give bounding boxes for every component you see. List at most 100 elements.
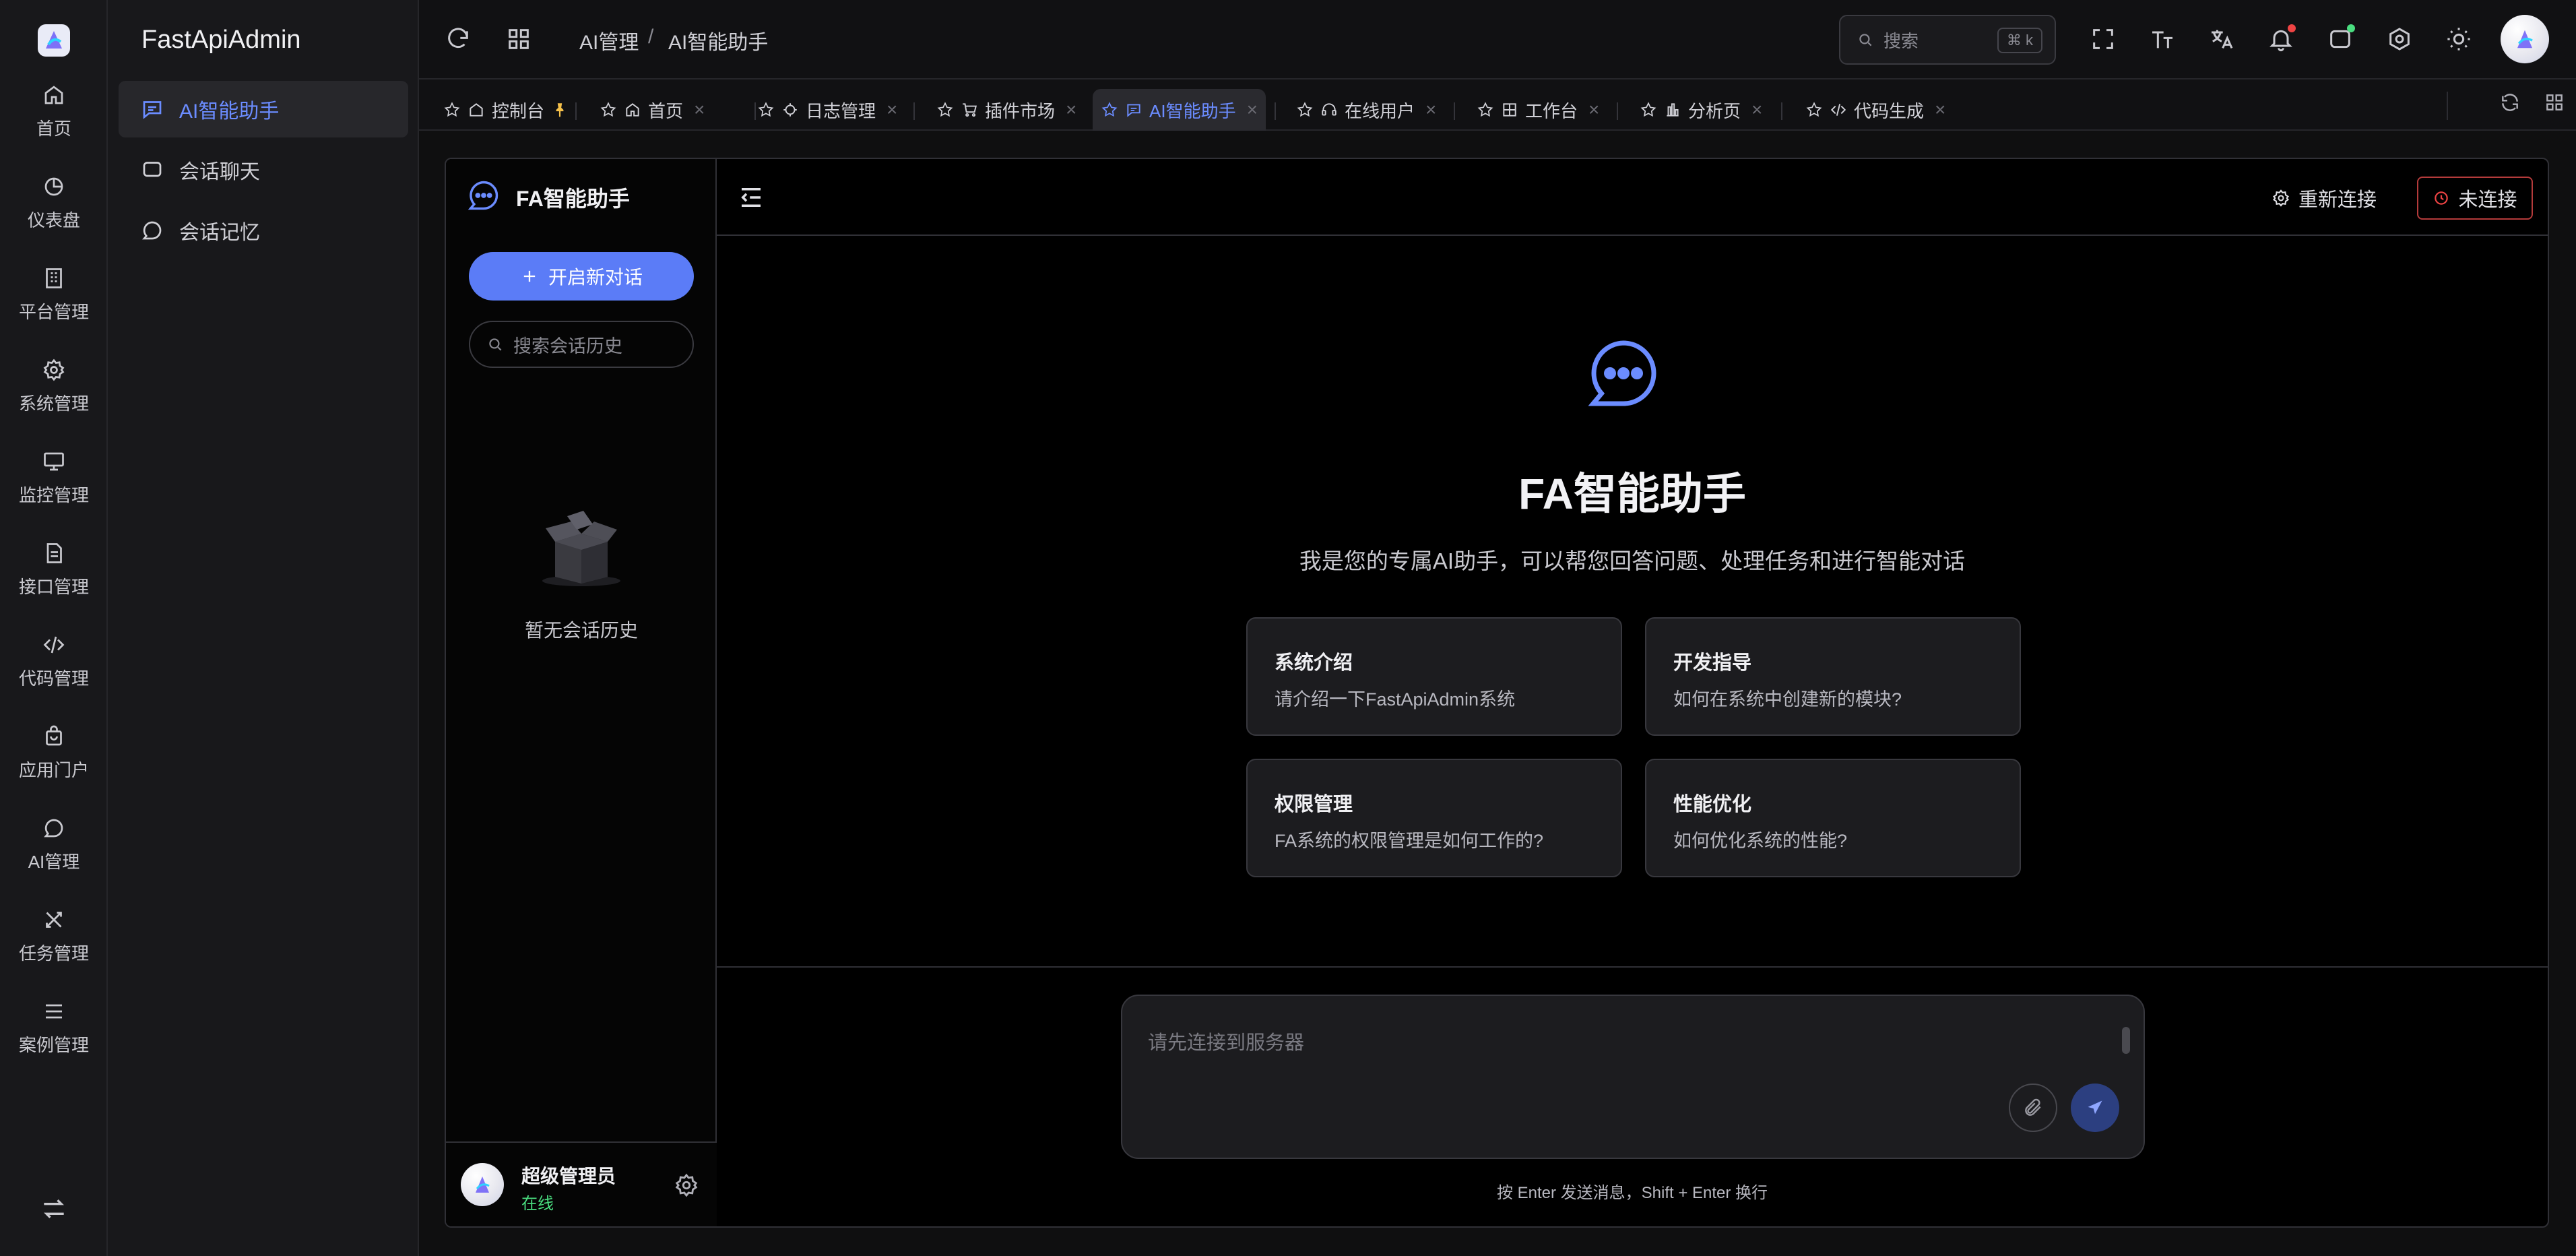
session-search-input[interactable]: 搜索会话历史	[469, 321, 694, 368]
left-rail: 首页 仪表盘 平台管理 系统管理 监控管理 接口管理 代码管理 应用门户 AI管…	[0, 0, 108, 1256]
input-scrollbar[interactable]	[2122, 1027, 2130, 1054]
switch-layout-icon[interactable]	[39, 1194, 69, 1224]
rail-item-system[interactable]: 系统管理	[0, 349, 108, 423]
close-icon[interactable]: ×	[1751, 99, 1762, 121]
shopping-bag-icon	[42, 724, 66, 749]
chat-bubble-icon	[42, 816, 66, 840]
paperclip-icon	[2022, 1097, 2044, 1119]
suggestion-card[interactable]: 权限管理 FA系统的权限管理是如何工作的?	[1246, 759, 1622, 877]
close-icon[interactable]: ×	[1935, 99, 1945, 121]
rail-item-label: 平台管理	[18, 301, 89, 322]
tab-label: 代码生成	[1854, 100, 1925, 121]
refresh-icon[interactable]	[445, 26, 472, 53]
top-header: AI管理 / AI智能助手 搜索 ⌘ k	[419, 0, 2576, 80]
star-icon	[1101, 101, 1118, 119]
tab-grid-icon[interactable]	[2544, 92, 2565, 113]
tab-label: 插件市场	[985, 100, 1056, 121]
send-button[interactable]	[2071, 1084, 2119, 1132]
rail-item-dashboard[interactable]: 仪表盘	[0, 166, 108, 240]
rail-item-label: 仪表盘	[27, 210, 80, 230]
rail-item-label: 接口管理	[18, 576, 89, 597]
breadcrumb-item[interactable]: AI管理	[579, 26, 639, 55]
sub-menu: FastApiAdmin AI智能助手 会话聊天 会话记忆	[108, 0, 419, 1256]
menu-item-label: AI智能助手	[179, 100, 280, 123]
session-search-placeholder: 搜索会话历史	[513, 336, 622, 356]
tab-tools-separator	[2447, 92, 2448, 120]
settings-hex-icon[interactable]	[2386, 26, 2413, 53]
card-desc: 如何在系统中创建新的模块?	[1673, 689, 1902, 710]
cart-icon	[961, 101, 978, 119]
close-icon[interactable]: ×	[1588, 99, 1599, 121]
translate-icon[interactable]	[2208, 26, 2235, 53]
reload-tab-icon[interactable]	[2499, 92, 2521, 113]
rail-item-label: 系统管理	[18, 393, 89, 414]
rail-item-platform[interactable]: 平台管理	[0, 257, 108, 332]
app-logo[interactable]	[35, 22, 73, 59]
menu-item-ai-assistant[interactable]: AI智能助手	[119, 81, 408, 137]
global-search[interactable]: 搜索 ⌘ k	[1839, 15, 2056, 65]
new-chat-label: 开启新对话	[548, 267, 643, 288]
tab-ai-assistant[interactable]: AI智能助手 ×	[1093, 89, 1266, 131]
input-hint: 按 Enter 发送消息，Shift + Enter 换行	[1496, 1184, 1768, 1202]
gear-icon[interactable]	[674, 1172, 699, 1198]
suggestion-card[interactable]: 系统介绍 请介绍一下FastApiAdmin系统	[1246, 617, 1622, 736]
card-title: 系统介绍	[1275, 652, 1353, 674]
close-icon[interactable]: ×	[694, 99, 705, 121]
tab-separator	[575, 102, 577, 120]
star-icon	[600, 101, 617, 119]
close-icon[interactable]: ×	[887, 99, 897, 121]
font-size-icon[interactable]	[2149, 26, 2176, 53]
close-icon[interactable]: ×	[1425, 99, 1436, 121]
sun-icon[interactable]	[2445, 26, 2472, 53]
tab-separator	[913, 102, 915, 120]
gear-icon	[42, 358, 66, 382]
tab-codegen[interactable]: 代码生成 ×	[1797, 89, 1954, 131]
rail-item-label: 应用门户	[18, 759, 89, 780]
rail-item-home[interactable]: 首页	[0, 74, 108, 148]
user-avatar[interactable]	[461, 1163, 504, 1206]
collapse-sidebar-icon[interactable]	[737, 183, 765, 212]
tab-console[interactable]: 控制台	[435, 89, 577, 131]
attach-button[interactable]	[2009, 1084, 2057, 1132]
menu-item-session-chat[interactable]: 会话聊天	[119, 142, 408, 198]
reconnect-label: 重新连接	[2298, 189, 2377, 211]
new-chat-button[interactable]: 开启新对话	[469, 252, 694, 301]
rail-item-case[interactable]: 案例管理	[0, 991, 108, 1065]
suggestion-card[interactable]: 性能优化 如何优化系统的性能?	[1645, 759, 2021, 877]
tab-logs[interactable]: 日志管理 ×	[749, 89, 905, 131]
star-icon	[936, 101, 954, 119]
rail-item-label: AI管理	[28, 851, 80, 872]
card-desc: FA系统的权限管理是如何工作的?	[1275, 831, 1544, 851]
rail-item-ai[interactable]: AI管理	[0, 807, 108, 881]
chat-container: FA智能助手 开启新对话 搜索会话历史 暂无会话历史 超级管理员 在线 重新连接…	[445, 158, 2549, 1228]
tab-separator	[1617, 102, 1618, 120]
tab-label: 控制台	[492, 100, 545, 121]
search-placeholder: 搜索	[1883, 30, 1919, 51]
log-icon	[781, 101, 799, 119]
tab-online-users[interactable]: 在线用户 ×	[1288, 89, 1444, 131]
tab-plugins[interactable]: 插件市场 ×	[928, 89, 1085, 131]
close-icon[interactable]: ×	[1247, 99, 1258, 121]
close-icon[interactable]: ×	[1066, 99, 1076, 121]
rail-item-monitor[interactable]: 监控管理	[0, 441, 108, 515]
rail-item-task[interactable]: 任务管理	[0, 899, 108, 973]
clock-icon	[2433, 189, 2450, 207]
tab-workbench[interactable]: 工作台 ×	[1469, 89, 1607, 131]
message-input[interactable]	[1148, 1027, 2064, 1081]
search-icon	[1857, 31, 1874, 49]
user-avatar[interactable]	[2501, 15, 2549, 63]
suggestion-card[interactable]: 开发指导 如何在系统中创建新的模块?	[1645, 617, 2021, 736]
chat-main: 重新连接 未连接 FA智能助手 我是您的专属AI助手，可以帮您回答问题、处理任务…	[717, 159, 2548, 1226]
tab-home[interactable]: 首页 ×	[591, 89, 713, 131]
fullscreen-icon[interactable]	[2090, 26, 2117, 53]
rail-item-api[interactable]: 接口管理	[0, 532, 108, 606]
connection-status-button[interactable]: 未连接	[2417, 177, 2533, 220]
rail-item-portal[interactable]: 应用门户	[0, 716, 108, 790]
reconnect-button[interactable]: 重新连接	[2272, 182, 2377, 214]
apps-grid-icon[interactable]	[505, 26, 532, 53]
tab-analytics[interactable]: 分析页 ×	[1632, 89, 1770, 131]
menu-item-session-memory[interactable]: 会话记忆	[119, 202, 408, 259]
rail-item-code[interactable]: 代码管理	[0, 624, 108, 698]
search-shortcut: ⌘ k	[1997, 28, 2042, 53]
pin-icon[interactable]	[551, 101, 569, 119]
